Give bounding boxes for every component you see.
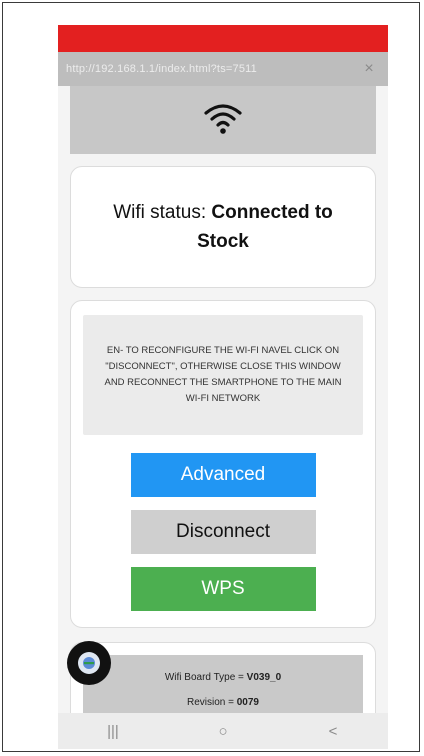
wifi-status-value: Connected to Stock	[197, 201, 333, 252]
wifi-status-text: Wifi status: Connected to Stock	[91, 198, 355, 257]
url-bar[interactable]: http://192.168.1.1/index.html?ts=7511 ×	[58, 52, 388, 86]
home-icon[interactable]: ○	[203, 723, 243, 740]
wifi-status-label: Wifi status:	[113, 201, 212, 223]
screenshot-frame: http://192.168.1.1/index.html?ts=7511 × …	[2, 2, 420, 752]
revision-line: Revision = 0079	[187, 697, 259, 708]
android-nav-bar: ||| ○ <	[58, 713, 388, 749]
revision-label: Revision =	[187, 697, 237, 708]
actions-card: EN- TO RECONFIGURE THE WI-FI NAVEL CLICK…	[70, 300, 376, 628]
floating-app-button[interactable]	[67, 641, 111, 685]
disconnect-button[interactable]: Disconnect	[130, 510, 316, 554]
wifi-header	[70, 86, 376, 154]
reconfigure-notice: EN- TO RECONFIGURE THE WI-FI NAVEL CLICK…	[83, 315, 363, 435]
advanced-button[interactable]: Advanced	[130, 453, 316, 497]
back-icon[interactable]: <	[313, 723, 353, 740]
board-type-label: Wifi Board Type =	[164, 672, 247, 683]
phone-screen: http://192.168.1.1/index.html?ts=7511 × …	[58, 25, 388, 749]
status-bar	[58, 25, 388, 52]
board-type-value: V039_0	[246, 672, 282, 683]
revision-value: 0079	[236, 697, 259, 708]
wifi-icon	[203, 101, 243, 140]
wps-button[interactable]: WPS	[130, 567, 316, 611]
floating-app-icon	[78, 652, 100, 674]
url-text[interactable]: http://192.168.1.1/index.html?ts=7511	[66, 63, 358, 75]
board-type-line: Wifi Board Type = V039_0	[165, 672, 281, 683]
wifi-status-card: Wifi status: Connected to Stock	[70, 166, 376, 288]
close-icon[interactable]: ×	[358, 60, 380, 78]
recents-icon[interactable]: |||	[93, 723, 133, 740]
